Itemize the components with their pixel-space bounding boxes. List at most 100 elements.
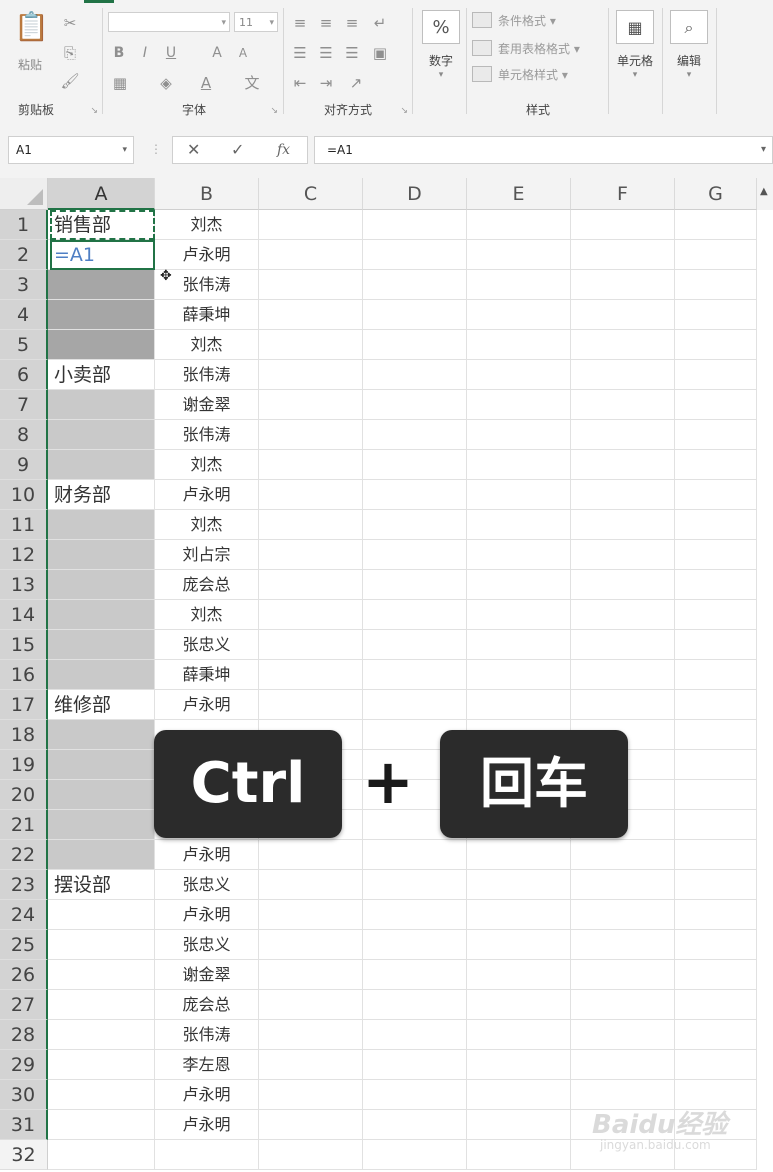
row-header[interactable]: 25 xyxy=(0,930,48,960)
expand-formula-icon[interactable]: ▾ xyxy=(761,137,766,163)
table-cell[interactable] xyxy=(259,630,363,660)
table-cell[interactable] xyxy=(467,330,571,360)
select-all-button[interactable] xyxy=(0,178,48,210)
table-cell[interactable] xyxy=(675,690,757,720)
orientation-icon[interactable]: ↗ xyxy=(346,74,366,92)
row-header[interactable]: 26 xyxy=(0,960,48,990)
table-cell[interactable] xyxy=(363,420,467,450)
row-header[interactable]: 8 xyxy=(0,420,48,450)
cell-a20[interactable] xyxy=(48,780,155,810)
grow-font-button[interactable]: A xyxy=(208,44,226,62)
wrap-text-icon[interactable]: ↵ xyxy=(370,14,390,32)
italic-button[interactable]: I xyxy=(136,44,154,62)
cell-a28[interactable] xyxy=(48,1020,155,1050)
table-cell[interactable] xyxy=(571,840,675,870)
table-cell[interactable] xyxy=(259,990,363,1020)
table-cell[interactable] xyxy=(259,270,363,300)
borders-icon[interactable]: ▦ xyxy=(110,74,130,92)
table-cell[interactable] xyxy=(363,990,467,1020)
chevron-down-icon[interactable]: ▾ xyxy=(122,137,127,163)
table-cell[interactable] xyxy=(571,330,675,360)
merge-center-icon[interactable]: ▣ xyxy=(370,44,390,62)
cell-b1[interactable]: 刘杰 xyxy=(155,210,259,240)
cells-button[interactable]: 单元格 xyxy=(610,52,660,69)
cell-b7[interactable]: 谢金翠 xyxy=(155,390,259,420)
table-cell[interactable] xyxy=(675,300,757,330)
cell-a22[interactable] xyxy=(48,840,155,870)
table-cell[interactable] xyxy=(467,1140,571,1170)
table-cell[interactable] xyxy=(675,570,757,600)
cell-a23[interactable]: 摆设部 xyxy=(48,870,155,900)
table-cell[interactable] xyxy=(363,240,467,270)
column-header-f[interactable]: F xyxy=(571,178,675,210)
chevron-down-icon[interactable]: ▾ xyxy=(416,70,466,80)
cell-b17[interactable]: 卢永明 xyxy=(155,690,259,720)
table-cell[interactable] xyxy=(259,480,363,510)
cell-a9[interactable] xyxy=(48,450,155,480)
table-cell[interactable] xyxy=(259,300,363,330)
row-header[interactable]: 4 xyxy=(0,300,48,330)
row-header[interactable]: 1 xyxy=(0,210,48,240)
align-top-icon[interactable]: ≡ xyxy=(290,14,310,32)
table-cell[interactable] xyxy=(675,900,757,930)
table-cell[interactable] xyxy=(675,450,757,480)
table-cell[interactable] xyxy=(571,540,675,570)
table-cell[interactable] xyxy=(675,750,757,780)
cell-a19[interactable] xyxy=(48,750,155,780)
table-cell[interactable] xyxy=(363,930,467,960)
paste-icon[interactable]: 📋 xyxy=(14,10,49,44)
table-cell[interactable] xyxy=(675,480,757,510)
table-cell[interactable] xyxy=(259,390,363,420)
table-cell[interactable] xyxy=(467,360,571,390)
row-header[interactable]: 22 xyxy=(0,840,48,870)
cell-b9[interactable]: 刘杰 xyxy=(155,450,259,480)
cell-a26[interactable] xyxy=(48,960,155,990)
table-cell[interactable] xyxy=(571,870,675,900)
shrink-font-button[interactable]: A xyxy=(234,44,252,62)
table-cell[interactable] xyxy=(259,900,363,930)
table-cell[interactable] xyxy=(467,1020,571,1050)
search-icon[interactable]: ⌕ xyxy=(670,10,708,44)
table-cell[interactable] xyxy=(363,360,467,390)
cell-styles-button[interactable]: 单元格样式 ▾ xyxy=(472,66,568,83)
table-cell[interactable] xyxy=(259,570,363,600)
table-cell[interactable] xyxy=(363,1050,467,1080)
table-cell[interactable] xyxy=(675,720,757,750)
cell-a25[interactable] xyxy=(48,930,155,960)
table-cell[interactable] xyxy=(363,270,467,300)
table-cell[interactable] xyxy=(571,480,675,510)
table-cell[interactable] xyxy=(467,1050,571,1080)
table-cell[interactable] xyxy=(363,480,467,510)
table-cell[interactable] xyxy=(467,900,571,930)
table-cell[interactable] xyxy=(363,450,467,480)
table-cell[interactable] xyxy=(571,630,675,660)
table-cell[interactable] xyxy=(259,930,363,960)
table-cell[interactable] xyxy=(467,420,571,450)
row-header[interactable]: 24 xyxy=(0,900,48,930)
table-cell[interactable] xyxy=(259,1050,363,1080)
table-cell[interactable] xyxy=(675,810,757,840)
number-format-button[interactable]: 数字 xyxy=(416,52,466,69)
align-bottom-icon[interactable]: ≡ xyxy=(342,14,362,32)
table-cell[interactable] xyxy=(571,660,675,690)
cell-a21[interactable] xyxy=(48,810,155,840)
row-header[interactable]: 21 xyxy=(0,810,48,840)
table-cell[interactable] xyxy=(467,570,571,600)
table-cell[interactable] xyxy=(675,240,757,270)
table-cell[interactable] xyxy=(363,1140,467,1170)
row-header[interactable]: 31 xyxy=(0,1110,48,1140)
resize-handle-icon[interactable]: ⋮ xyxy=(150,142,162,156)
increase-indent-icon[interactable]: ⇥ xyxy=(316,74,336,92)
table-cell[interactable] xyxy=(675,960,757,990)
cell-a27[interactable] xyxy=(48,990,155,1020)
row-header[interactable]: 12 xyxy=(0,540,48,570)
cell-a15[interactable] xyxy=(48,630,155,660)
copy-icon[interactable]: ⎘ xyxy=(60,44,80,62)
row-header[interactable]: 17 xyxy=(0,690,48,720)
dialog-launcher-icon[interactable]: ↘ xyxy=(270,106,278,116)
table-cell[interactable] xyxy=(467,270,571,300)
table-cell[interactable] xyxy=(259,600,363,630)
row-header[interactable]: 14 xyxy=(0,600,48,630)
cell-b6[interactable]: 张伟涛 xyxy=(155,360,259,390)
row-header[interactable]: 11 xyxy=(0,510,48,540)
